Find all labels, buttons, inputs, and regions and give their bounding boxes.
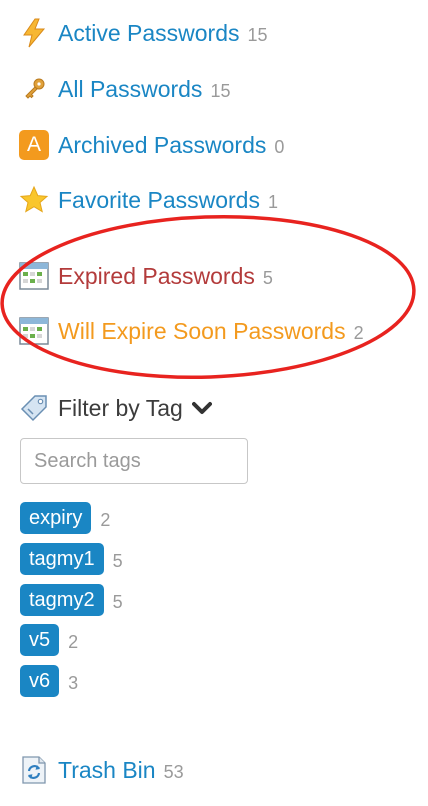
nav-item-all-passwords[interactable]: All Passwords 15: [18, 71, 230, 107]
nav-item-expire-soon-passwords[interactable]: Will Expire Soon Passwords 2: [18, 313, 364, 349]
tag-item: v6 3: [20, 665, 78, 697]
nav-label: Active Passwords: [58, 19, 240, 46]
sidebar-panel: Active Passwords 15 All Passwords 15 A A…: [0, 0, 428, 806]
calendar-icon: [18, 315, 50, 347]
archive-letter: A: [19, 130, 49, 160]
tag-pill[interactable]: expiry: [20, 502, 92, 534]
tag-pill[interactable]: v6: [20, 665, 60, 697]
nav-count: 15: [210, 80, 231, 101]
nav-count: 0: [274, 136, 285, 157]
nav-label: Expired Passwords: [58, 262, 255, 289]
nav-label: Archived Passwords: [58, 131, 267, 158]
archive-a-icon: A: [18, 129, 50, 161]
tag-item: tagmy1 5: [20, 543, 123, 575]
tag-icon: [18, 392, 50, 424]
nav-label: All Passwords: [58, 75, 203, 102]
tag-item: expiry 2: [20, 502, 110, 534]
nav-label: Trash Bin: [58, 756, 156, 783]
nav-item-trash-bin[interactable]: Trash Bin 53: [18, 752, 184, 788]
nav-label: Favorite Passwords: [58, 186, 260, 213]
nav-count: 5: [262, 267, 273, 288]
nav-count: 1: [267, 191, 278, 212]
tag-count: 5: [112, 591, 123, 612]
nav-item-favorite-passwords[interactable]: Favorite Passwords 1: [18, 182, 278, 218]
tag-count: 2: [100, 509, 111, 530]
tag-item: v5 2: [20, 624, 78, 656]
tag-count: 2: [68, 631, 79, 652]
tag-pill[interactable]: v5: [20, 624, 60, 656]
nav-item-active-passwords[interactable]: Active Passwords 15: [18, 15, 268, 51]
calendar-icon: [18, 260, 50, 292]
tag-item: tagmy2 5: [20, 584, 123, 616]
nav-count: 2: [353, 322, 364, 343]
search-tags-input[interactable]: [20, 438, 248, 484]
chevron-down-icon[interactable]: [191, 397, 213, 419]
tag-count: 5: [112, 550, 123, 571]
filter-by-tag-header: Filter by Tag: [18, 390, 213, 426]
nav-item-expired-passwords[interactable]: Expired Passwords 5: [18, 258, 273, 294]
nav-count: 15: [247, 24, 268, 45]
nav-count: 53: [163, 761, 184, 782]
tag-pill[interactable]: tagmy2: [20, 584, 104, 616]
tag-pill[interactable]: tagmy1: [20, 543, 104, 575]
nav-item-archived-passwords[interactable]: A Archived Passwords 0: [18, 127, 284, 163]
filter-label: Filter by Tag: [58, 394, 183, 421]
star-icon: [18, 184, 50, 216]
lightning-icon: [18, 17, 50, 49]
tag-count: 3: [68, 672, 79, 693]
recycle-icon: [18, 754, 50, 786]
nav-label: Will Expire Soon Passwords: [58, 317, 346, 344]
key-icon: [18, 73, 50, 105]
